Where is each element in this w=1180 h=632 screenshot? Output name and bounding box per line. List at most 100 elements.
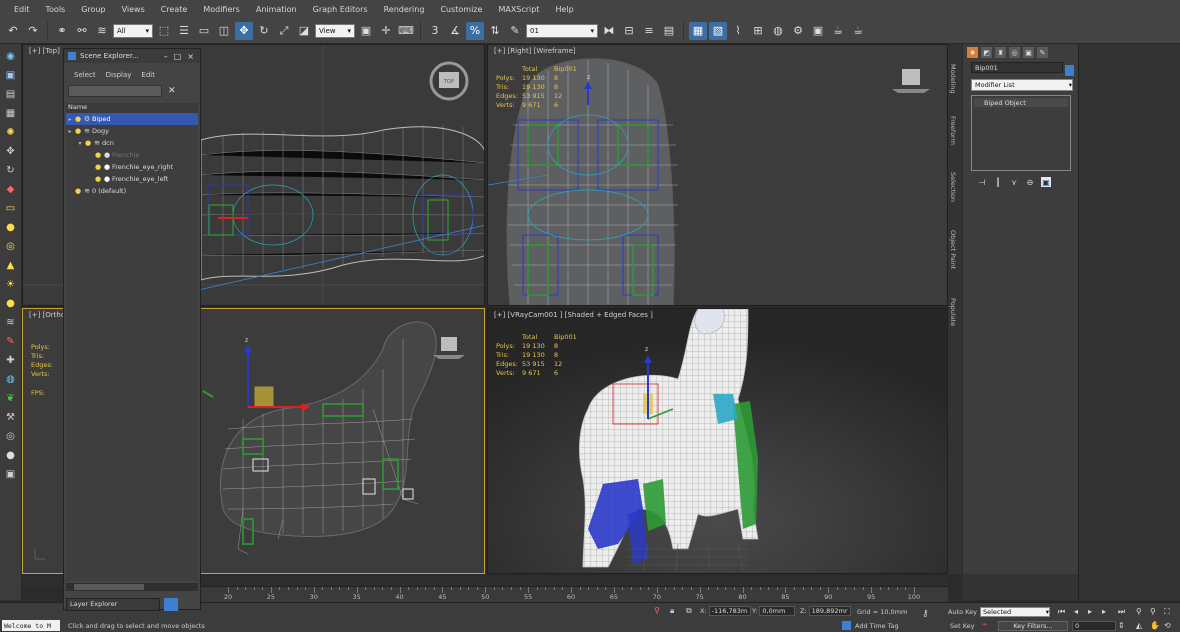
set-key-button[interactable]: Set Key: [950, 622, 975, 630]
minimize-icon[interactable]: –: [164, 52, 168, 61]
auto-key-button[interactable]: Auto Key: [948, 608, 977, 616]
light-bulb-icon[interactable]: ●: [84, 139, 92, 147]
menu-animation[interactable]: Animation: [248, 5, 305, 14]
scrollbar-thumb[interactable]: [74, 584, 144, 590]
field-of-view-icon[interactable]: ◭: [1136, 621, 1142, 630]
viewcube[interactable]: TOP: [429, 61, 469, 101]
viewport-label[interactable]: [+] [Ortho: [29, 311, 65, 319]
search-input[interactable]: [68, 85, 162, 97]
paint-icon[interactable]: ✎: [3, 333, 19, 349]
hierarchy-tab-icon[interactable]: ♜: [995, 47, 1006, 58]
menu-customize[interactable]: Customize: [432, 5, 490, 14]
timeline-track[interactable]: 20 25 30 35 40 45 50 55 60 65 70 75 80 85 90 95 100: [198, 586, 948, 602]
undo-icon[interactable]: ↶: [4, 22, 22, 40]
named-selection-dropdown[interactable]: 01 ▾: [526, 23, 598, 38]
add-time-tag[interactable]: Add Time Tag: [842, 621, 899, 630]
zoom-icon[interactable]: ⚲: [1136, 607, 1142, 616]
pin-stack-icon[interactable]: ⊣: [977, 177, 987, 187]
manipulate-icon[interactable]: ✛: [377, 22, 395, 40]
side-tab-populate[interactable]: Populate: [949, 298, 957, 326]
menu-select[interactable]: Select: [74, 71, 96, 79]
place-icon[interactable]: ◪: [295, 22, 313, 40]
move-icon[interactable]: ✥: [3, 143, 19, 159]
menu-rendering[interactable]: Rendering: [376, 5, 433, 14]
menu-help[interactable]: Help: [548, 5, 582, 14]
object-name-field[interactable]: Bip001: [971, 62, 1063, 73]
zoom-all-icon[interactable]: ⚲: [1150, 607, 1156, 616]
helper-icon[interactable]: ✚: [3, 352, 19, 368]
layer-manager-icon[interactable]: ≡: [640, 22, 658, 40]
absolute-mode-icon[interactable]: ⧉: [686, 606, 692, 616]
edit-named-selection-icon[interactable]: ✎: [506, 22, 524, 40]
menu-edit[interactable]: Edit: [6, 5, 38, 14]
scale-icon[interactable]: ⤢: [275, 22, 293, 40]
menu-graph-editors[interactable]: Graph Editors: [305, 5, 376, 14]
explorer-options-button[interactable]: [164, 597, 178, 611]
scene-explorer-icon[interactable]: ▦: [689, 21, 707, 40]
pan-icon[interactable]: ✋: [1150, 621, 1160, 630]
rotate-icon[interactable]: ↻: [3, 162, 19, 178]
lock-icon[interactable]: 🔒︎: [670, 606, 674, 616]
viewport-label[interactable]: [+] [Right] [Wireframe]: [494, 47, 576, 55]
unlink-icon[interactable]: ⚯: [73, 22, 91, 40]
globe-icon[interactable]: ◍: [3, 371, 19, 387]
spinner-snap-icon[interactable]: ⇅: [486, 22, 504, 40]
tree-row-eye-right[interactable]: ● ● Frenchie_eye_right: [66, 161, 198, 173]
set-key-icon[interactable]: ⌁: [982, 620, 987, 630]
key-mode-icon[interactable]: ⇕: [1118, 621, 1125, 630]
go-to-start-icon[interactable]: ⏮: [1058, 607, 1065, 617]
key-icon[interactable]: ⚷: [922, 609, 929, 619]
box-icon[interactable]: ▦: [3, 105, 19, 121]
menu-modifiers[interactable]: Modifiers: [195, 5, 248, 14]
menu-group[interactable]: Group: [73, 5, 113, 14]
bind-spacewarp-icon[interactable]: ≋: [93, 22, 111, 40]
current-frame-field[interactable]: 0: [1072, 621, 1116, 631]
link-icon[interactable]: ⚭: [53, 22, 71, 40]
viewcube[interactable]: [433, 337, 465, 359]
render-icon[interactable]: ☕: [829, 22, 847, 40]
expand-arrow-icon[interactable]: ▸: [66, 128, 74, 135]
sphere-white-icon[interactable]: ●: [3, 447, 19, 463]
previous-frame-icon[interactable]: ◂: [1074, 607, 1078, 616]
clear-search-icon[interactable]: ✕: [168, 86, 176, 96]
expand-arrow-icon[interactable]: ▸: [66, 116, 74, 123]
material-editor-icon[interactable]: ◍: [769, 22, 787, 40]
image-icon[interactable]: ▣: [3, 67, 19, 83]
curve-editor-icon[interactable]: ⌇: [729, 22, 747, 40]
hair-icon[interactable]: ≋: [3, 314, 19, 330]
viewport-right[interactable]: [+] [Right] [Wireframe] z Total Bip001 P…: [487, 44, 948, 306]
leaf-icon[interactable]: ❦: [3, 390, 19, 406]
display-tab-icon[interactable]: ▣: [1023, 47, 1034, 58]
eye-icon[interactable]: ◉: [3, 48, 19, 64]
reference-coord-dropdown[interactable]: View ▾: [315, 23, 355, 38]
selection-filter-dropdown[interactable]: All ▾: [113, 23, 153, 38]
maximize-icon[interactable]: □: [174, 52, 182, 61]
utilities-tab-icon[interactable]: ✎: [1037, 47, 1048, 58]
side-tab-object-paint[interactable]: Object Paint: [949, 230, 957, 269]
plane-icon[interactable]: ▭: [3, 200, 19, 216]
pivot-icon[interactable]: ▣: [357, 22, 375, 40]
teapot-icon[interactable]: ●: [3, 295, 19, 311]
play-icon[interactable]: ▸: [1088, 607, 1092, 616]
tree-row-frenchie[interactable]: ● ● Frenchie: [66, 149, 198, 161]
move-icon[interactable]: ✥: [235, 21, 253, 40]
side-tab-modeling[interactable]: Modeling: [949, 64, 957, 94]
hammer-icon[interactable]: ⚒: [3, 409, 19, 425]
object-color-swatch[interactable]: [1065, 65, 1074, 76]
coord-y-field[interactable]: 0,0mm: [759, 606, 796, 616]
light-bulb-icon[interactable]: ●: [94, 151, 102, 159]
sun-icon[interactable]: ☀: [3, 276, 19, 292]
light-bulb-icon[interactable]: ●: [94, 175, 102, 183]
select-by-name-icon[interactable]: ☰: [175, 22, 193, 40]
sphere-icon[interactable]: ●: [3, 219, 19, 235]
menu-display[interactable]: Display: [106, 71, 132, 79]
light-bulb-icon[interactable]: ●: [74, 187, 82, 195]
orbit-icon[interactable]: ⟲: [1164, 621, 1171, 630]
keyboard-shortcut-icon[interactable]: ⌨: [397, 22, 415, 40]
mirror-icon[interactable]: ⧓: [600, 22, 618, 40]
menu-create[interactable]: Create: [153, 5, 196, 14]
target-icon[interactable]: ◎: [3, 428, 19, 444]
menu-views[interactable]: Views: [114, 5, 153, 14]
coord-x-field[interactable]: -116,783m: [708, 606, 751, 616]
modifier-list-dropdown[interactable]: Modifier List ▾: [971, 79, 1073, 91]
